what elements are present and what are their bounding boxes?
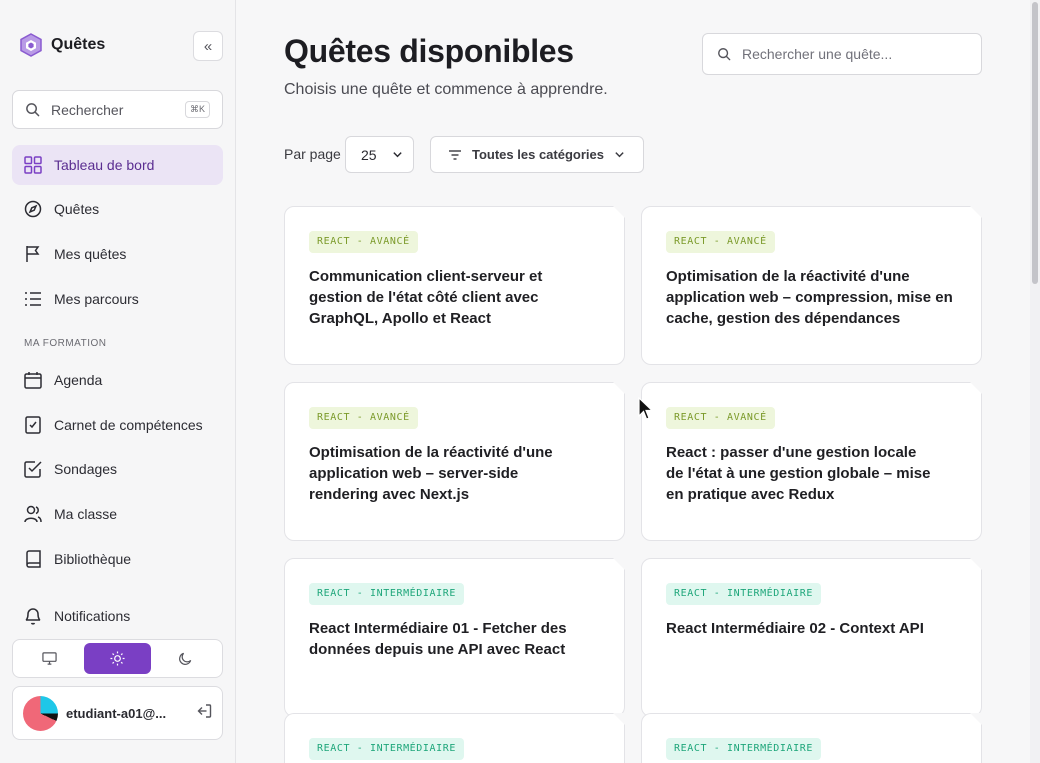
quest-card[interactable]: REACT - INTERMÉDIAIRE [284,713,625,763]
level-badge: REACT - INTERMÉDIAIRE [666,738,822,760]
clipboard-icon [25,416,41,434]
sidebar-item-agenda[interactable]: Agenda [12,360,223,400]
hexagon-logo-icon [20,33,42,57]
quest-title: Optimisation de la réactivité d'une appl… [309,444,553,503]
sidebar-item-label: Bibliothèque [54,551,132,567]
avatar[interactable] [23,695,58,731]
sidebar-item-label: Tableau de bord [54,157,155,173]
quest-card[interactable]: REACT - INTERMÉDIAIRE React Intermédiair… [641,558,982,717]
shortcut-badge: ⌘K [184,101,210,118]
sidebar-item-mes-quetes[interactable]: Mes quêtes [12,234,223,274]
sidebar-item-label: Mes parcours [54,291,139,307]
quest-card[interactable]: REACT - AVANCÉ Communication client-serv… [284,206,625,365]
level-badge: REACT - AVANCÉ [309,407,418,429]
sidebar-item-ma-classe[interactable]: Ma classe [12,494,223,534]
filter-icon [449,149,461,160]
level-badge: REACT - AVANCÉ [309,231,418,253]
brand-name: Quêtes [51,36,106,53]
quest-card[interactable]: REACT - INTERMÉDIAIRE [641,713,982,763]
scrollbar-thumb[interactable] [1032,2,1038,284]
per-page-select[interactable]: 25 [345,136,414,173]
page-title: Quêtes disponibles [284,33,574,69]
chevron-down-icon [393,152,402,158]
sidebar-search-input[interactable]: Rechercher ⌘K [12,90,223,129]
book-icon [26,550,41,568]
quest-title: React Intermédiaire 01 - Fetcher des don… [309,620,567,658]
theme-dark-button[interactable] [151,643,219,674]
quest-card[interactable]: REACT - AVANCÉ Optimisation de la réacti… [641,206,982,365]
sidebar-item-label: Ma classe [54,506,118,522]
quest-title: Optimisation de la réactivité d'une appl… [666,268,953,327]
logout-icon [197,703,212,718]
moon-icon [178,652,191,665]
category-filter-select[interactable]: Toutes les catégories [430,136,644,173]
page-scrollbar[interactable] [1030,0,1040,763]
quest-search-input[interactable]: Rechercher une quête... [702,33,982,75]
monitor-icon [42,652,57,665]
users-icon [24,505,42,523]
sidebar-item-label: Quêtes [54,201,100,217]
flag-icon [26,246,40,262]
theme-switch [12,639,223,678]
per-page-value: 25 [361,146,377,163]
quest-title: Communication client-serveur et gestion … [309,268,543,327]
page-subtitle: Choisis une quête et commence à apprendr… [284,81,608,98]
sidebar-item-sondages[interactable]: Sondages [12,449,223,489]
sun-icon [110,651,125,666]
sidebar-item-label: Agenda [54,372,103,388]
level-badge: REACT - INTERMÉDIAIRE [309,583,465,605]
collapse-sidebar-button[interactable]: « [193,31,223,61]
sidebar: Quêtes « Rechercher ⌘K Tableau de bord Q… [0,0,236,763]
category-filter-value: Toutes les catégories [472,147,604,162]
compass-icon [24,200,42,218]
user-email: etudiant-a01@... [66,705,167,721]
sidebar-item-carnet-de-competences[interactable]: Carnet de compétences [12,405,223,445]
grid-icon [24,156,42,174]
quest-search-placeholder: Rechercher une quête... [742,46,893,62]
theme-light-button[interactable] [83,643,152,674]
quest-title: React Intermédiaire 02 - Context API [666,620,924,637]
chevrons-left-icon: « [203,37,213,55]
calendar-icon [24,372,42,389]
theme-system-button[interactable] [16,643,84,674]
quest-card[interactable]: REACT - INTERMÉDIAIRE React Intermédiair… [284,558,625,717]
sidebar-item-notifications[interactable]: Notifications [12,596,223,636]
level-badge: REACT - AVANCÉ [666,407,775,429]
quest-card[interactable]: REACT - AVANCÉ React : passer d'une gest… [641,382,982,541]
section-label-ma-formation: MA FORMATION [24,338,107,349]
search-icon [26,103,40,117]
level-badge: REACT - INTERMÉDIAIRE [309,738,465,760]
level-badge: REACT - AVANCÉ [666,231,775,253]
list-icon [25,292,41,306]
mouse-cursor-icon [638,397,654,420]
quest-title: React : passer d'une gestion locale de l… [666,444,931,503]
search-icon [718,48,731,61]
bell-icon [25,608,41,625]
checkbox-icon [24,461,42,478]
sidebar-item-label: Sondages [54,461,118,477]
user-card: etudiant-a01@... [12,686,223,740]
sidebar-item-label: Notifications [54,608,131,624]
per-page-label: Par page [284,146,341,162]
brand[interactable]: Quêtes [20,33,105,57]
sidebar-item-mes-parcours[interactable]: Mes parcours [12,279,223,319]
main-content: Quêtes disponibles Choisis une quête et … [236,0,1030,763]
sidebar-item-tableau-de-bord[interactable]: Tableau de bord [12,145,223,185]
sidebar-item-bibliotheque[interactable]: Bibliothèque [12,539,223,579]
chevron-down-icon [615,152,624,158]
sidebar-item-label: Mes quêtes [54,246,127,262]
sidebar-item-quetes[interactable]: Quêtes [12,189,223,229]
sidebar-item-label: Carnet de compétences [54,417,203,433]
sidebar-search-placeholder: Rechercher [51,101,124,118]
level-badge: REACT - INTERMÉDIAIRE [666,583,822,605]
logout-button[interactable] [196,703,212,724]
quest-card[interactable]: REACT - AVANCÉ Optimisation de la réacti… [284,382,625,541]
